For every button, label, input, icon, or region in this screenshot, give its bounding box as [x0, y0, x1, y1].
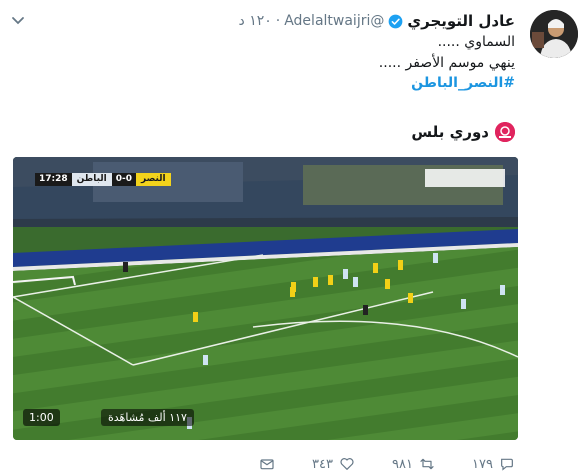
- view-count: ١١٧ ألف مُشاهَدة: [101, 409, 194, 426]
- like-count: ٣٤٣: [312, 456, 333, 472]
- video-duration: 1:00: [23, 409, 60, 426]
- display-name[interactable]: عادل التويجري: [407, 12, 515, 30]
- video-player[interactable]: 17:28 الباطن 0-0 النصر ١١٧ ألف مُشاهَدة …: [13, 157, 518, 440]
- card-title: دوري بلس: [411, 123, 489, 141]
- video-frame: [13, 157, 518, 440]
- reply-icon: [501, 458, 513, 471]
- verified-icon: [388, 14, 403, 28]
- hashtag-link[interactable]: #النصر_الباطن: [411, 75, 515, 91]
- like-icon: [340, 458, 354, 470]
- dot-separator: ·: [275, 13, 281, 29]
- card-source[interactable]: دوري بلس: [411, 122, 515, 142]
- tweet-text-line: السماوي .....: [437, 34, 515, 50]
- score: 0-0: [111, 173, 137, 186]
- scoreboard: 17:28 الباطن 0-0 النصر: [35, 173, 171, 186]
- tweet-text-line: ينهي موسم الأصفر .....: [378, 55, 515, 71]
- message-button[interactable]: [195, 456, 275, 472]
- chevron-down-icon[interactable]: [10, 12, 26, 28]
- retweet-icon: [420, 458, 434, 470]
- timestamp[interactable]: ١٢٠ د: [239, 13, 272, 29]
- dawri-logo-icon: [495, 122, 515, 142]
- avatar[interactable]: [530, 10, 578, 58]
- away-team: الباطن: [71, 173, 112, 186]
- tweet-actions: ١٧٩ ٩٨١ ٣٤٣: [195, 456, 515, 472]
- reply-count: ١٧٩: [472, 456, 493, 472]
- match-clock: 17:28: [35, 173, 72, 186]
- retweet-button[interactable]: ٩٨١: [355, 456, 435, 472]
- reply-button[interactable]: ١٧٩: [435, 456, 515, 472]
- like-button[interactable]: ٣٤٣: [275, 456, 355, 472]
- tweet-header: عادل التويجري @Adelaltwaijri · ١٢٠ د: [239, 12, 515, 30]
- tweet[interactable]: عادل التويجري @Adelaltwaijri · ١٢٠ د الس…: [0, 0, 587, 472]
- handle[interactable]: @Adelaltwaijri: [284, 13, 384, 29]
- retweet-count: ٩٨١: [392, 456, 413, 472]
- message-icon: [260, 459, 274, 470]
- home-team: النصر: [136, 173, 171, 186]
